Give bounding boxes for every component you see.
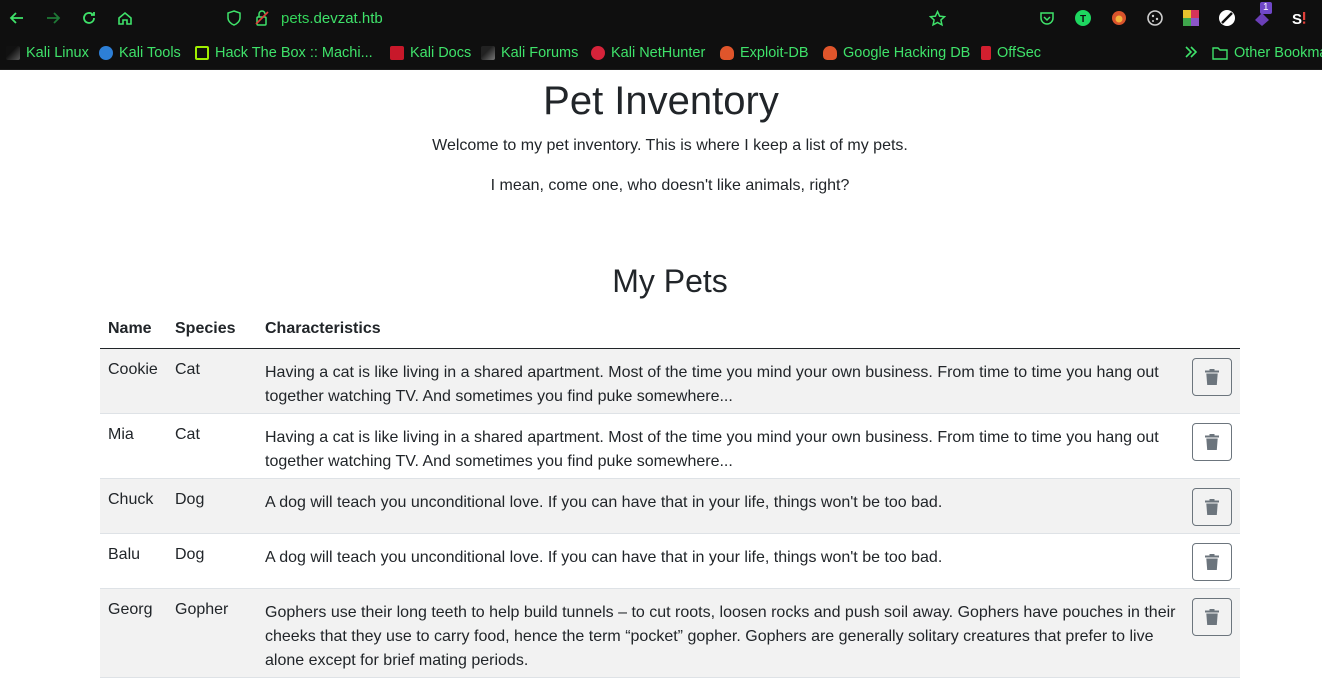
pet-species: Cat <box>175 361 200 378</box>
wappalyzer-icon[interactable] <box>1181 8 1201 28</box>
pet-species: Dog <box>175 491 205 508</box>
folder-icon <box>1212 47 1228 60</box>
page-title: Pet Inventory <box>543 79 779 123</box>
bookmark-label: Google Hacking DB <box>843 45 971 61</box>
bookmark-kali-tools[interactable]: Kali Tools <box>99 45 181 61</box>
shield-icon[interactable] <box>224 8 244 28</box>
bookmark-google-hacking-db[interactable]: Google Hacking DB <box>823 45 970 61</box>
kali-tools-icon <box>99 46 113 60</box>
bookmark-kali-forums[interactable]: Kali Forums <box>481 45 578 61</box>
s-extension-icon[interactable]: S <box>1289 8 1309 28</box>
bookmark-label: Exploit-DB <box>740 45 809 61</box>
url-host: devzat.htb <box>313 10 383 27</box>
delete-button[interactable] <box>1192 543 1232 581</box>
url-prefix: pets. <box>281 10 314 27</box>
kali-dragon-icon <box>6 46 20 60</box>
trash-icon <box>1205 369 1219 385</box>
bookmark-label: Kali Forums <box>501 45 579 61</box>
pet-characteristics: A dog will teach you unconditional love.… <box>265 494 943 511</box>
header-name: Name <box>108 320 152 337</box>
pet-characteristics: Having a cat is like living in a shared … <box>265 364 1159 405</box>
pet-name: Georg <box>108 601 153 618</box>
bookmark-label: Hack The Box :: Machi... <box>215 45 373 61</box>
intro-text: Welcome to my pet inventory. This is whe… <box>432 137 908 154</box>
pet-species: Gopher <box>175 601 229 618</box>
svg-text:T: T <box>1080 14 1086 25</box>
pet-species: Dog <box>175 546 205 563</box>
bookmark-kali-nethunter[interactable]: Kali NetHunter <box>591 45 705 61</box>
pet-name: Cookie <box>108 361 158 378</box>
table-row: Balu Dog A dog will teach you unconditio… <box>100 534 1240 589</box>
bookmark-kali-docs[interactable]: Kali Docs <box>390 45 471 61</box>
trash-icon <box>1205 609 1219 625</box>
bookmark-label: Kali Linux <box>26 45 89 61</box>
pet-name: Balu <box>108 546 141 563</box>
delete-button[interactable] <box>1192 358 1232 396</box>
no-script-icon[interactable] <box>1217 8 1237 28</box>
home-icon[interactable] <box>115 8 135 28</box>
bookmark-kali-linux[interactable]: Kali Linux <box>6 45 89 61</box>
table-row: Chuck Dog A dog will teach you unconditi… <box>100 479 1240 534</box>
pet-species: Cat <box>175 426 200 443</box>
forward-arrow-icon[interactable] <box>43 8 63 28</box>
extension-badge: 1 <box>1260 2 1272 14</box>
nethunter-icon <box>591 46 605 60</box>
exploit-db-bug-icon <box>720 46 734 60</box>
trash-icon <box>1205 499 1219 515</box>
offsec-icon <box>981 46 991 60</box>
pocket-icon[interactable] <box>1037 8 1057 28</box>
bookmark-hack-the-box[interactable]: Hack The Box :: Machi... <box>195 45 373 61</box>
pet-characteristics: A dog will teach you unconditional love.… <box>265 549 943 566</box>
extension-badge-icon[interactable]: 1 <box>1253 2 1273 28</box>
svg-text:S: S <box>1292 11 1302 27</box>
reload-icon[interactable] <box>79 8 99 28</box>
bookmark-label: OffSec <box>997 45 1042 61</box>
ghdb-bug-icon <box>823 46 837 60</box>
other-bookmarks-label: Other Bookma <box>1234 45 1322 61</box>
pet-name: Chuck <box>108 491 154 508</box>
table-header: Name Species Characteristics <box>100 312 1240 349</box>
section-title: My Pets <box>612 263 728 299</box>
bookmarks-bar: Kali Linux Kali Tools Hack The Box :: Ma… <box>0 37 1322 70</box>
trash-icon <box>1205 554 1219 570</box>
bookmark-label: Kali NetHunter <box>611 45 706 61</box>
header-characteristics: Characteristics <box>265 320 381 337</box>
back-arrow-icon[interactable] <box>7 8 27 28</box>
cookie-icon[interactable] <box>1145 8 1165 28</box>
bookmarks-overflow-chevron-icon[interactable] <box>1183 45 1199 59</box>
kali-docs-icon <box>390 46 404 60</box>
delete-button[interactable] <box>1192 423 1232 461</box>
pet-characteristics: Gophers use their long teeth to help bui… <box>265 604 1176 669</box>
table-row: Cookie Cat Having a cat is like living i… <box>100 349 1240 414</box>
table-row: Mia Cat Having a cat is like living in a… <box>100 414 1240 479</box>
bookmark-exploit-db[interactable]: Exploit-DB <box>720 45 809 61</box>
address-bar[interactable]: pets.devzat.htb <box>222 5 962 32</box>
pets-table: Name Species Characteristics Cookie Cat … <box>100 312 1240 678</box>
header-species: Species <box>175 320 236 337</box>
url-text[interactable]: pets.devzat.htb <box>281 10 383 27</box>
bookmark-star-icon[interactable] <box>927 8 947 28</box>
delete-button[interactable] <box>1192 488 1232 526</box>
table-row: Georg Gopher Gophers use their long teet… <box>100 589 1240 678</box>
pet-name: Mia <box>108 426 134 443</box>
pet-characteristics: Having a cat is like living in a shared … <box>265 429 1159 470</box>
other-bookmarks[interactable]: Other Bookma <box>1212 45 1322 61</box>
delete-button[interactable] <box>1192 598 1232 636</box>
bookmark-offsec[interactable]: OffSec <box>981 45 1041 61</box>
htb-cube-icon <box>195 46 209 60</box>
bookmark-label: Kali Docs <box>410 45 472 61</box>
foxyproxy-icon[interactable] <box>1109 8 1129 28</box>
extension-t-icon[interactable]: T <box>1073 8 1093 28</box>
bookmark-label: Kali Tools <box>119 45 181 61</box>
trash-icon <box>1205 434 1219 450</box>
insecure-lock-icon[interactable] <box>252 8 272 28</box>
browser-toolbar: pets.devzat.htb T 1 S <box>0 0 1322 37</box>
kali-forums-icon <box>481 46 495 60</box>
intro-question: I mean, come one, who doesn't like anima… <box>490 177 850 194</box>
